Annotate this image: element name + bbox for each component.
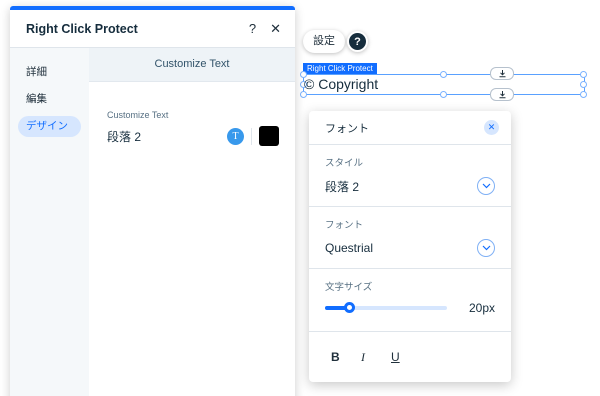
copyright-text[interactable]: © Copyright (304, 76, 378, 92)
popover-header: フォント ✕ (309, 111, 511, 145)
style-label: スタイル (325, 158, 364, 169)
nav-item-details[interactable]: 詳細 (18, 62, 81, 83)
font-size-value[interactable]: 20 (469, 301, 482, 315)
download-icon (499, 91, 505, 99)
settings-panel: Right Click Protect ? ✕ 詳細 編集 デザイン Custo… (10, 6, 295, 396)
help-icon: ? (349, 33, 366, 50)
chevron-down-icon[interactable] (477, 239, 495, 257)
content-title: Customize Text (89, 48, 295, 82)
nav-item-design[interactable]: デザイン (18, 116, 81, 137)
resize-handle-bottom[interactable] (440, 91, 447, 98)
field-label: Customize Text (107, 110, 169, 120)
divider (251, 127, 252, 145)
resize-handle-bottom-left[interactable] (300, 91, 307, 98)
style-dropdown[interactable]: 段落 2 (325, 177, 495, 195)
font-size-unit: px (482, 301, 495, 315)
size-section: 文字サイズ 20 px (309, 269, 511, 332)
font-dropdown[interactable]: Questrial (325, 239, 495, 257)
popover-title: フォント (325, 122, 369, 135)
settings-button[interactable]: 設定 (303, 30, 345, 53)
font-value: Questrial (325, 241, 374, 255)
resize-handle-top[interactable] (440, 71, 447, 78)
panel-header: Right Click Protect ? ✕ (10, 10, 295, 48)
italic-button[interactable]: I (361, 350, 391, 365)
size-label: 文字サイズ (325, 282, 373, 293)
font-size-slider[interactable] (325, 302, 447, 313)
download-icon (499, 70, 505, 78)
panel-content: Customize Text Customize Text 段落 2 T (89, 48, 295, 396)
style-value: 段落 2 (325, 179, 360, 194)
help-icon[interactable]: ? (249, 21, 256, 36)
slider-thumb[interactable] (344, 302, 356, 313)
font-section: フォント Questrial (309, 207, 511, 269)
nav-item-edit[interactable]: 編集 (18, 89, 81, 110)
format-buttons: B I U (309, 332, 511, 365)
bold-button[interactable]: B (331, 350, 361, 365)
font-label: フォント (325, 220, 364, 231)
panel-title: Right Click Protect (26, 21, 138, 36)
resize-handle-bottom-right[interactable] (580, 91, 587, 98)
close-icon[interactable]: ✕ (270, 21, 281, 37)
stretch-top-button[interactable] (490, 67, 514, 80)
font-popover: フォント ✕ スタイル 段落 2 フォント Questrial 文字サイズ 20… (309, 111, 511, 382)
underline-button[interactable]: U (391, 350, 421, 365)
selection-tag: Right Click Protect (303, 63, 377, 74)
style-section: スタイル 段落 2 (309, 145, 511, 207)
side-nav: 詳細 編集 デザイン (10, 48, 89, 396)
chevron-down-icon[interactable] (477, 177, 495, 195)
resize-handle-right[interactable] (580, 81, 587, 88)
resize-handle-top-right[interactable] (580, 71, 587, 78)
close-icon[interactable]: ✕ (484, 120, 499, 135)
help-button[interactable]: ? (347, 31, 368, 52)
text-style-value: 段落 2 (107, 129, 142, 144)
text-style-row[interactable]: 段落 2 T (107, 126, 279, 146)
color-swatch[interactable] (259, 126, 279, 146)
text-settings-icon[interactable]: T (227, 127, 244, 145)
stretch-bottom-button[interactable] (490, 88, 514, 101)
